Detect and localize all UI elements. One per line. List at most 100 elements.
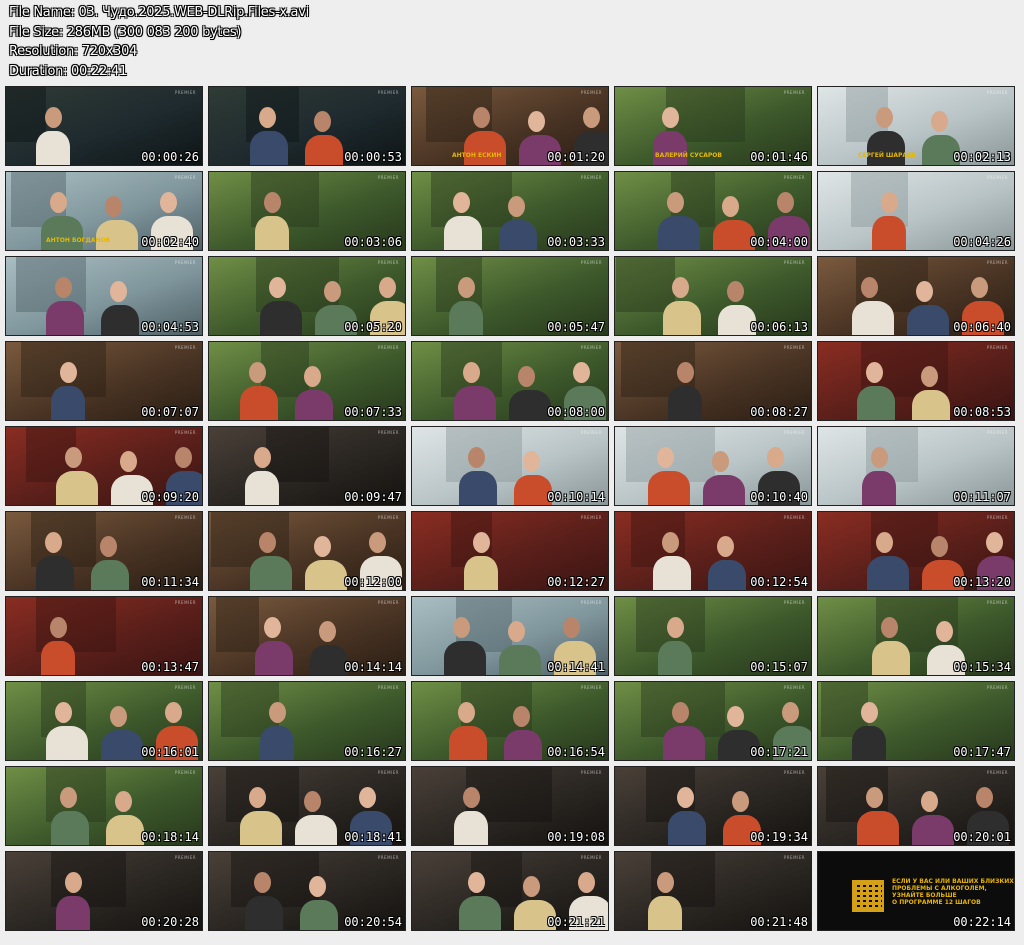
person-head: [65, 872, 82, 893]
background-shape: [616, 257, 675, 312]
timestamp-label: 00:11:34: [141, 575, 199, 589]
watermark-text: PREMIER: [174, 90, 196, 95]
person-figure: [260, 301, 302, 335]
person-head: [866, 787, 883, 808]
watermark-text: PREMIER: [580, 90, 602, 95]
timestamp-label: 00:09:47: [344, 490, 402, 504]
person-figure: [668, 386, 702, 420]
person-head: [264, 617, 281, 638]
person-head: [165, 702, 182, 723]
person-figure: [46, 726, 88, 760]
person-figure: [509, 390, 551, 420]
person-head: [662, 532, 679, 553]
person-head: [777, 192, 794, 213]
person-figure: [464, 556, 498, 590]
person-head: [60, 362, 77, 383]
timestamp-label: 00:21:21: [547, 915, 605, 929]
video-thumbnail: PREMIER 00:08:53: [817, 341, 1015, 421]
watermark-text: PREMIER: [174, 855, 196, 860]
person-head: [712, 451, 729, 472]
file-info-header: File Name: 03. Чудо.2025.WEB-DLRip.Files…: [9, 3, 309, 81]
video-thumbnail: PREMIER 00:21:21: [411, 851, 609, 931]
person-figure: [912, 815, 954, 845]
video-thumbnail: PREMIER 00:15:34: [817, 596, 1015, 676]
person-figure: [852, 301, 894, 335]
watermark-text: PREMIER: [174, 515, 196, 520]
watermark-text: PREMIER: [580, 770, 602, 775]
person-head: [304, 791, 321, 812]
video-thumbnail: PREMIER АНТОН ЕСКИН 00:01:20: [411, 86, 609, 166]
person-figure: [872, 641, 910, 675]
video-thumbnail: PREMIER 00:17:21: [614, 681, 812, 761]
timestamp-label: 00:19:08: [547, 830, 605, 844]
person-figure: [305, 135, 343, 165]
person-head: [767, 447, 784, 468]
video-thumbnail: PREMIER 00:09:20: [5, 426, 203, 506]
video-thumbnail: PREMIER 00:18:41: [208, 766, 406, 846]
video-thumbnail: PREMIER 00:15:07: [614, 596, 812, 676]
watermark-text: PREMIER: [174, 685, 196, 690]
timestamp-label: 00:03:33: [547, 235, 605, 249]
person-figure: [101, 730, 143, 760]
person-head: [309, 876, 326, 897]
person-head: [986, 532, 1003, 553]
timestamp-label: 00:05:20: [344, 320, 402, 334]
timestamp-label: 00:16:01: [141, 745, 199, 759]
credit-caption: СЕРГЕЙ ШАРАЕВ: [858, 152, 916, 159]
watermark-text: PREMIER: [377, 260, 399, 265]
person-figure: [295, 815, 337, 845]
person-head: [50, 192, 67, 213]
person-figure: [708, 560, 746, 590]
person-figure: [56, 471, 98, 505]
credit-caption: АНТОН ЕСКИН: [452, 152, 502, 159]
person-head: [259, 532, 276, 553]
timestamp-label: 00:16:54: [547, 745, 605, 759]
person-head: [971, 277, 988, 298]
person-figure: [51, 811, 89, 845]
video-thumbnail: PREMIER 00:08:27: [614, 341, 812, 421]
person-head: [453, 192, 470, 213]
person-figure: [653, 556, 691, 590]
person-head: [314, 111, 331, 132]
person-figure: [101, 305, 139, 335]
person-head: [876, 107, 893, 128]
person-head: [657, 447, 674, 468]
person-head: [259, 107, 276, 128]
timestamp-label: 00:03:06: [344, 235, 402, 249]
person-figure: [454, 811, 488, 845]
video-thumbnail: PREMIER 00:20:28: [5, 851, 203, 931]
person-head: [458, 702, 475, 723]
timestamp-label: 00:07:07: [141, 405, 199, 419]
person-figure: [454, 386, 496, 420]
person-figure: [658, 641, 692, 675]
person-head: [120, 451, 137, 472]
watermark-text: PREMIER: [986, 600, 1008, 605]
person-figure: [703, 475, 745, 505]
person-head: [45, 532, 62, 553]
person-head: [304, 366, 321, 387]
person-figure: [255, 216, 289, 250]
person-head: [583, 107, 600, 128]
person-figure: [51, 386, 85, 420]
person-head: [931, 536, 948, 557]
person-figure: [240, 811, 282, 845]
watermark-text: PREMIER: [986, 90, 1008, 95]
person-head: [677, 787, 694, 808]
watermark-text: PREMIER: [174, 600, 196, 605]
watermark-text: PREMIER: [174, 770, 196, 775]
person-head: [463, 362, 480, 383]
person-figure: [648, 896, 682, 930]
timestamp-label: 00:20:54: [344, 915, 402, 929]
person-figure: [459, 896, 501, 930]
video-thumbnail: PREMIER 00:03:06: [208, 171, 406, 251]
video-thumbnail: PREMIER 00:13:47: [5, 596, 203, 676]
video-thumbnail: PREMIER 00:07:33: [208, 341, 406, 421]
watermark-text: PREMIER: [174, 260, 196, 265]
background-shape: [266, 427, 329, 482]
ad-text-line: ЕСЛИ У ВАС ИЛИ ВАШИХ БЛИЗКИХ: [892, 878, 1014, 885]
video-thumbnail: PREMIER 00:06:40: [817, 256, 1015, 336]
person-figure: [444, 641, 486, 675]
person-head: [528, 111, 545, 132]
person-head: [55, 702, 72, 723]
person-head: [249, 362, 266, 383]
